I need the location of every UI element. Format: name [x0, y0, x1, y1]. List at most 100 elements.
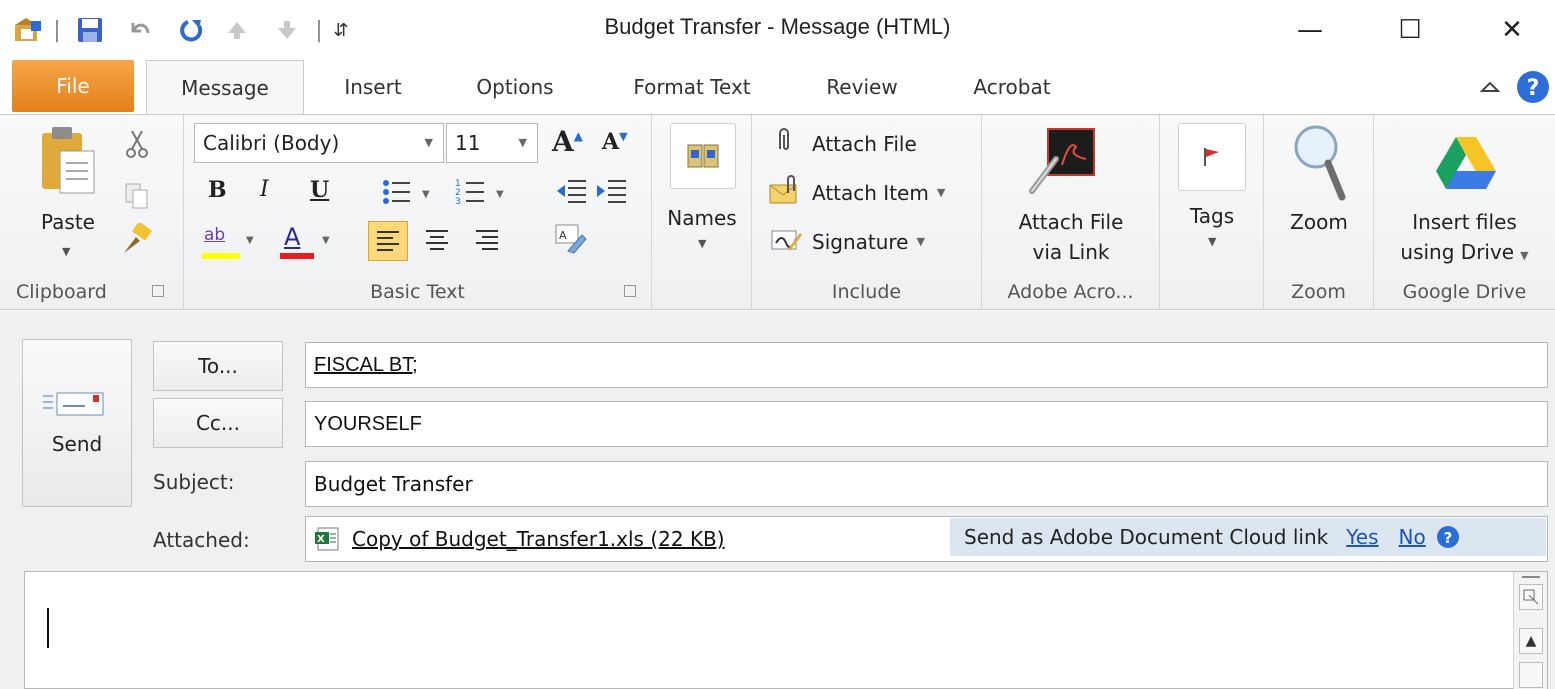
tab-format-text[interactable]: Format Text [612, 60, 772, 114]
paste-icon[interactable] [38, 123, 98, 195]
group-google-drive: Insert files using Drive ▼ Google Drive [1374, 115, 1555, 309]
names-button[interactable]: Names [652, 203, 752, 233]
underline-button[interactable]: U [310, 177, 329, 203]
vertical-scrollbar[interactable]: ▲ [1513, 572, 1547, 689]
names-dropdown-icon[interactable]: ▼ [698, 237, 706, 250]
svg-text:?: ? [1443, 529, 1452, 547]
svg-text:3: 3 [455, 197, 461, 207]
italic-button[interactable]: I [260, 177, 269, 202]
svg-text:▼: ▼ [422, 189, 430, 200]
tab-insert[interactable]: Insert [328, 60, 418, 114]
attached-label: Attached: [153, 528, 250, 552]
svg-text:X: X [317, 534, 325, 545]
group-label-include: Include [831, 281, 902, 303]
tags-button[interactable]: Tags [1160, 201, 1264, 231]
help-icon[interactable]: ? [1516, 70, 1550, 104]
address-book-icon[interactable] [670, 123, 736, 189]
tags-dropdown-icon[interactable]: ▼ [1208, 235, 1216, 248]
view-ruler-icon[interactable] [1519, 584, 1543, 610]
adobe-attach-link-icon[interactable] [1018, 125, 1098, 197]
highlight-color-button[interactable]: ab ▼ [200, 223, 256, 263]
clipboard-launcher-icon[interactable] [152, 285, 164, 297]
highlight-color-bar [202, 253, 240, 259]
adobe-cloud-link-bar: Send as Adobe Document Cloud link Yes No… [950, 518, 1546, 556]
svg-text:A: A [559, 229, 567, 242]
basic-text-launcher-icon[interactable] [624, 285, 636, 297]
numbering-icon[interactable]: 1 2 3 ▼ [454, 175, 508, 209]
subject-field[interactable]: Budget Transfer [305, 461, 1548, 507]
subject-value: Budget Transfer [314, 472, 473, 496]
paste-dropdown-icon[interactable]: ▼ [62, 245, 70, 258]
font-color-button[interactable]: A ▼ [278, 223, 334, 263]
cc-field[interactable]: YOURSELF [305, 401, 1548, 447]
group-include: Attach File Attach Item ▼ Signature ▼ In… [752, 115, 982, 309]
attachment-link[interactable]: Copy of Budget_Transfer1.xls (22 KB) [352, 527, 725, 551]
send-button[interactable]: Send [22, 339, 132, 507]
scroll-up-icon[interactable]: ▲ [1519, 628, 1543, 654]
group-label-basic-text: Basic Text [370, 281, 465, 303]
zoom-magnifier-icon[interactable] [1292, 123, 1348, 203]
google-drive-icon[interactable] [1434, 135, 1498, 191]
grow-font-button[interactable]: A ▲ [552, 125, 583, 158]
group-label-google-drive: Google Drive [1402, 281, 1527, 303]
decrease-indent-icon[interactable] [554, 175, 588, 209]
excel-file-icon: X [314, 526, 342, 552]
message-body[interactable]: ▲ [24, 571, 1548, 689]
font-size-select[interactable]: 11 ▼ [446, 123, 538, 163]
signature-button[interactable]: Signature ▼ [770, 225, 925, 258]
align-left-button[interactable] [368, 221, 408, 261]
font-color-bar [280, 253, 314, 259]
minimize-button[interactable]: — [1280, 8, 1340, 52]
to-recipient[interactable]: FISCAL BT; [314, 354, 418, 377]
flag-icon[interactable] [1178, 123, 1246, 191]
text-cursor [47, 608, 49, 648]
close-button[interactable]: ✕ [1482, 8, 1542, 52]
attach-file-button[interactable]: Attach File [774, 127, 917, 160]
group-adobe: Attach File via Link Adobe Acro... [982, 115, 1160, 309]
group-label-adobe: Adobe Acro... [1007, 281, 1134, 303]
collapse-ribbon-icon[interactable] [1478, 76, 1502, 98]
ribbon-tabs: File Message Insert Options Format Text … [0, 60, 1555, 115]
send-envelope-icon [41, 390, 113, 420]
font-name-select[interactable]: Calibri (Body) ▼ [194, 123, 444, 163]
scroll-split-handle[interactable] [1522, 576, 1540, 578]
adobe-yes-link[interactable]: Yes [1346, 525, 1378, 549]
tab-options[interactable]: Options [452, 60, 578, 114]
tab-acrobat[interactable]: Acrobat [950, 60, 1074, 114]
insert-files-using-drive-button[interactable]: Insert files using Drive ▼ [1374, 207, 1555, 271]
group-basic-text: Calibri (Body) ▼ 11 ▼ A ▲ A ▼ B I U ▼ 1 2 3 ▼ a… [184, 115, 652, 309]
title-bar: | | ⇵ Budget Transfer - Message (HTML) —… [0, 0, 1555, 60]
bullets-icon[interactable]: ▼ [380, 175, 434, 209]
tab-review[interactable]: Review [806, 60, 918, 114]
attach-item-icon [768, 175, 804, 210]
shrink-font-button[interactable]: A ▼ [602, 129, 628, 155]
adobe-help-icon[interactable]: ? [1436, 525, 1460, 549]
group-tags: Tags ▼ [1160, 115, 1264, 309]
maximize-button[interactable]: ☐ [1380, 8, 1440, 52]
align-right-button[interactable] [468, 221, 508, 261]
adobe-no-link[interactable]: No [1399, 525, 1426, 549]
bold-button[interactable]: B [208, 177, 227, 203]
attach-item-button[interactable]: Attach Item ▼ [768, 175, 945, 210]
attach-file-via-link-button[interactable]: Attach File via Link [982, 207, 1160, 267]
scroll-track[interactable] [1519, 662, 1543, 688]
tab-file[interactable]: File [12, 60, 134, 112]
svg-text:▼: ▼ [496, 189, 504, 200]
paste-button[interactable]: Paste [20, 207, 116, 237]
cut-icon[interactable] [122, 129, 152, 159]
tab-message[interactable]: Message [146, 60, 304, 115]
align-center-button[interactable] [418, 221, 458, 261]
group-clipboard: Paste ▼ Clipboard [0, 115, 184, 309]
ribbon: Paste ▼ Clipboard Calibri (Body) ▼ 11 ▼ A ▲… [0, 114, 1555, 310]
cc-button[interactable]: Cc... [153, 398, 283, 448]
clear-formatting-icon[interactable]: A [552, 221, 592, 261]
to-field[interactable]: FISCAL BT; [305, 342, 1548, 388]
group-zoom: Zoom Zoom [1264, 115, 1374, 309]
increase-indent-icon[interactable] [594, 175, 628, 209]
zoom-button[interactable]: Zoom [1264, 207, 1374, 237]
to-button[interactable]: To... [153, 341, 283, 391]
cc-recipient: YOURSELF [314, 412, 422, 435]
copy-icon[interactable] [122, 181, 152, 211]
signature-icon [770, 225, 804, 258]
format-painter-icon[interactable] [118, 221, 154, 257]
